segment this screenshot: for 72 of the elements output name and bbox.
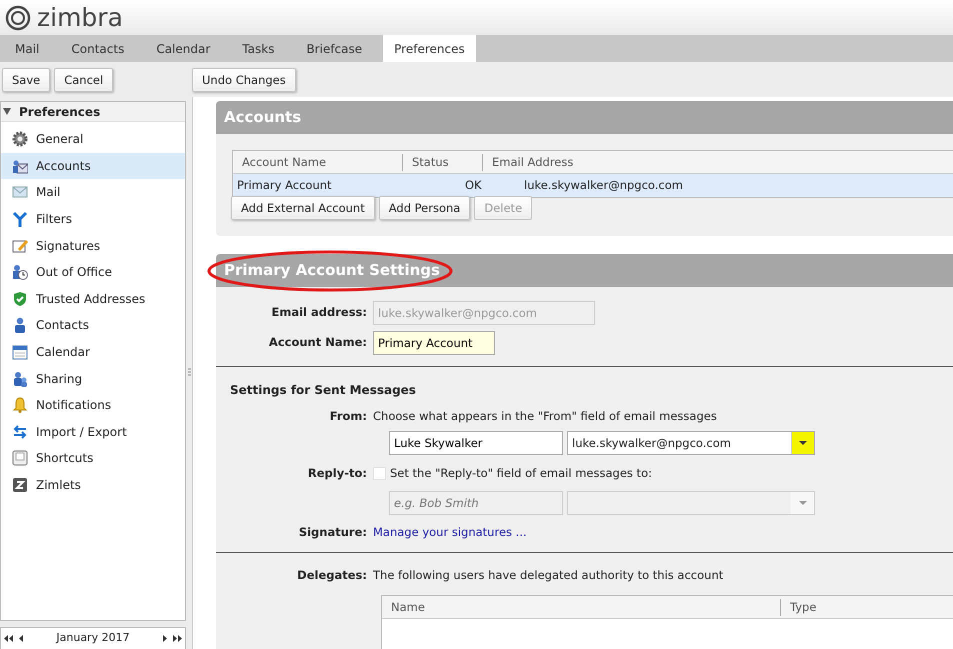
double-left-arrow-icon[interactable] [4, 635, 13, 642]
column-header[interactable]: Type [781, 598, 953, 616]
checkbox-label: Set the "Reply-to" field of email messages to: [390, 465, 652, 482]
field-label: Reply-to: [306, 465, 367, 482]
sender-address-dropdown[interactable]: luke.skywalker@npgco.com [567, 431, 815, 456]
sender-name-field[interactable]: Luke Skywalker [389, 431, 563, 456]
sidebar-item[interactable]: General [1, 126, 185, 153]
sidebar-item[interactable]: Accounts [1, 152, 185, 180]
sidebar-item[interactable]: Notifications [1, 392, 185, 419]
field-label: Signature: [298, 524, 367, 540]
account-name-field[interactable]: Primary Account [373, 331, 495, 355]
envelope-icon [12, 184, 28, 200]
action-button[interactable]: Add Persona [378, 196, 470, 220]
shield-check-icon [12, 290, 28, 307]
person-clock-icon [12, 264, 28, 280]
people-icon [12, 370, 28, 387]
toolbar-button[interactable]: Undo Changes [192, 68, 296, 92]
field-description: Choose what appears in the "From" field of email messages [373, 408, 717, 425]
double-right-arrow-icon[interactable] [173, 635, 182, 642]
sidebar-item[interactable]: Mail [1, 179, 185, 206]
sidebar-item[interactable]: Filters [1, 206, 185, 232]
panel-title: Primary Account Settings [224, 260, 440, 282]
section-heading: Settings for Sent Messages [230, 382, 417, 399]
column-header[interactable]: Name [382, 598, 781, 616]
collapse-triangle-icon[interactable] [3, 108, 11, 115]
sidebar-item[interactable]: Out of Office [1, 258, 185, 286]
sash-grip-icon[interactable] [188, 368, 190, 378]
calendar-icon [12, 344, 28, 360]
field-label: From: [328, 408, 367, 425]
tab[interactable]: Preferences [383, 35, 476, 62]
tab[interactable]: Calendar [145, 35, 222, 62]
person-icon [12, 317, 28, 334]
calendar-month: January 2017 [54, 630, 131, 646]
column-header[interactable]: Status [403, 154, 483, 170]
toolbar-button[interactable]: Cancel [54, 68, 114, 92]
filter-icon [12, 211, 28, 228]
pencil-page-icon [12, 238, 28, 254]
sidebar-item[interactable]: Signatures [1, 232, 185, 259]
two-way-arrows-icon [12, 424, 28, 440]
sidebar-item[interactable]: Zimlets [1, 472, 185, 498]
field-description: The following users have delegated authority to this account [373, 566, 724, 584]
tab[interactable]: Briefcase [295, 35, 374, 62]
column-header[interactable]: Email Address [483, 154, 953, 170]
action-button[interactable]: Add External Account [231, 196, 375, 220]
sidebar-item[interactable]: Contacts [1, 312, 185, 339]
column-header[interactable]: Account Name [233, 154, 403, 170]
reply-to-checkbox[interactable] [373, 467, 386, 480]
key-cap-icon [12, 450, 28, 466]
toolbar-button[interactable]: Save [2, 68, 50, 92]
panel-title: Accounts [216, 101, 953, 134]
sidebar-item[interactable]: Import / Export [1, 418, 185, 446]
gear-icon [12, 131, 28, 148]
dropdown-arrow-button[interactable] [791, 432, 814, 454]
field-label: Account Name: [268, 334, 367, 352]
right-arrow-icon[interactable] [162, 635, 167, 642]
left-arrow-icon[interactable] [19, 635, 24, 642]
sidebar-item[interactable]: Sharing [1, 365, 185, 392]
sidebar-item[interactable]: Shortcuts [1, 445, 185, 472]
field-label: Delegates: [296, 566, 367, 584]
sidebar-item[interactable]: Calendar [1, 338, 185, 366]
tab[interactable]: Tasks [231, 35, 286, 62]
field-label: Email address: [270, 304, 367, 322]
person-envelope-icon [12, 158, 28, 174]
bell-icon [12, 397, 28, 414]
signatures-link[interactable]: Manage your signatures ... [373, 524, 527, 541]
sidebar-heading: Preferences [19, 104, 100, 120]
z-tile-icon [12, 477, 28, 494]
tab[interactable]: Mail [4, 35, 50, 62]
sidebar-item[interactable]: Trusted Addresses [1, 286, 185, 312]
tab[interactable]: Contacts [60, 35, 136, 62]
logo-text: zimbra [37, 5, 123, 30]
table-row[interactable]: Primary Account OK luke.skywalker@npgco.com [233, 174, 953, 197]
